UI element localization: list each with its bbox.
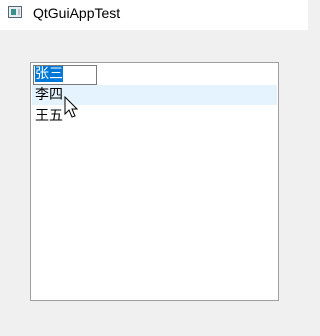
- list-item[interactable]: 张三: [32, 64, 277, 85]
- selected-edit-text: 张三: [35, 66, 63, 82]
- list-item-label: 王五: [35, 108, 63, 124]
- title-bar[interactable]: QtGuiAppTest: [0, 0, 308, 30]
- list-item-label: 李四: [35, 87, 63, 103]
- item-edit-field[interactable]: 张三: [33, 65, 97, 85]
- app-window-icon: [8, 6, 22, 18]
- window-title: QtGuiAppTest: [33, 5, 121, 21]
- mouse-pointer-icon: [64, 96, 78, 118]
